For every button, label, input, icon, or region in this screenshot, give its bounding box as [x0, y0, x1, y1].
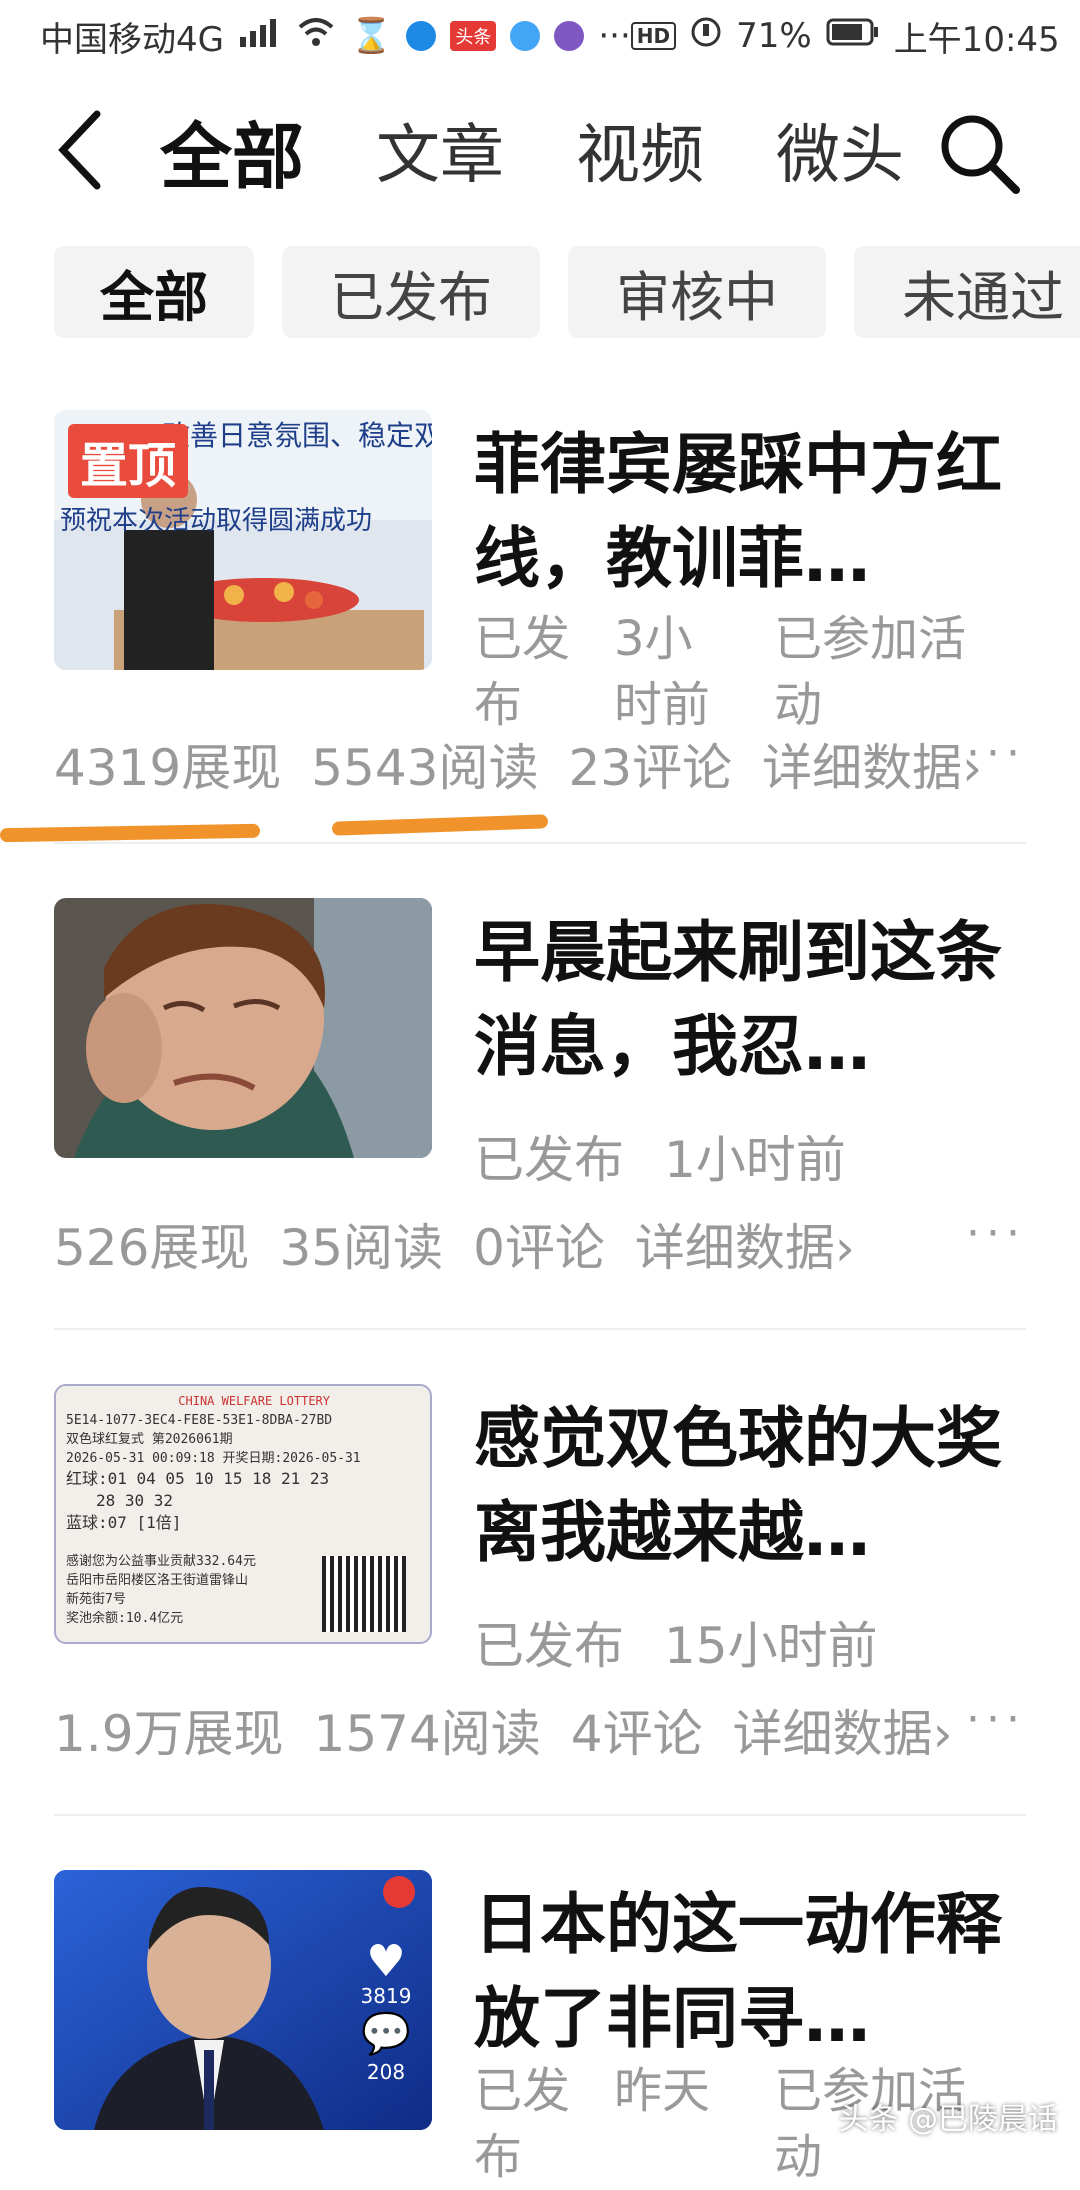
ticket-line: 双色球红复式 第2026061期 [66, 1430, 420, 1449]
data-saver-icon [690, 16, 722, 57]
reads-count: 5543阅读 [311, 728, 538, 800]
impressions-count: 1.9万展现 [54, 1694, 284, 1766]
comments-count: 4评论 [571, 1694, 703, 1766]
browser-app-icon [510, 21, 540, 51]
detail-data-label: 详细数据 [762, 739, 962, 797]
crying-woman-image [54, 898, 432, 1158]
more-options-icon[interactable]: ··· [966, 728, 1026, 779]
article-thumbnail[interactable] [54, 898, 432, 1158]
nav-tab-videos[interactable]: 视频 [576, 104, 704, 196]
article-title[interactable]: 感觉双色球的大奖离我越来越… [474, 1392, 1034, 1580]
like-count: 3819 [356, 1984, 416, 2008]
comments-count: 0评论 [473, 1208, 605, 1280]
detail-data-label: 详细数据 [635, 1219, 835, 1277]
ticket-line: 2026-05-31 00:09:18 开奖日期:2026-05-31 [66, 1449, 420, 1468]
publish-time: 昨天 [614, 2058, 734, 2190]
back-arrow-icon[interactable] [55, 110, 115, 190]
nav-tab-all[interactable]: 全部 [160, 98, 304, 203]
status-filter-bar: 全部 已发布 审核中 未通过 [54, 246, 1080, 342]
wifi-icon [296, 16, 336, 56]
filter-chip-published[interactable]: 已发布 [282, 246, 540, 338]
detail-data-link[interactable]: 详细数据› [762, 728, 982, 800]
article-title[interactable]: 早晨起来刷到这条消息，我忍… [474, 906, 1034, 1094]
article-title[interactable]: 菲律宾屡踩中方红线，教训菲… [474, 418, 1034, 606]
article-stats: 4319展现 5543阅读 23评论 详细数据› ··· [54, 728, 1026, 800]
article-thumbnail[interactable]: CHINA WELFARE LOTTERY 5E14-1077-3EC4-FE8… [54, 1384, 432, 1644]
chevron-right-icon: › [835, 1219, 855, 1277]
reads-count: 1574阅读 [314, 1694, 541, 1766]
ticket-line: 蓝球:07 [1倍] [66, 1512, 420, 1534]
hd-icon: HD [631, 22, 676, 50]
publish-status: 已发布 [474, 2058, 574, 2190]
activity-status: 已参加活动 [774, 606, 984, 738]
divider [54, 1328, 1026, 1330]
article-meta: 已发布 1小时前 [474, 1120, 846, 1192]
publish-time: 1小时前 [664, 1120, 846, 1192]
detail-data-label: 详细数据 [733, 1705, 933, 1763]
search-icon[interactable] [936, 110, 1022, 196]
nav-tab-micro[interactable]: 微头 [776, 104, 904, 196]
signal-icon [238, 16, 282, 56]
article-thumbnail[interactable]: 改善日意氛围、稳定双边 预祝本次活动取得圆满成功 置顶 [54, 410, 432, 670]
more-notifications-icon: ··· [598, 16, 630, 56]
top-nav: 全部 文章 视频 微头 [0, 90, 1080, 210]
article-item[interactable]: 改善日意氛围、稳定双边 预祝本次活动取得圆满成功 置顶 菲律宾屡踩中方红线，教训… [54, 410, 1026, 840]
qr-code-icon [322, 1556, 406, 1632]
hourglass-icon: ⌛ [350, 16, 392, 56]
thumb-banner-line-1: 改善日意氛围、稳定双边 [162, 414, 432, 454]
article-item[interactable]: CHINA WELFARE LOTTERY 5E14-1077-3EC4-FE8… [54, 1384, 1026, 1764]
comments-count: 23评论 [569, 728, 733, 800]
music-app-icon [554, 21, 584, 51]
ticket-line: 28 30 32 [66, 1490, 420, 1512]
carrier-label: 中国移动4G [40, 12, 224, 61]
article-item[interactable]: 早晨起来刷到这条消息，我忍… 已发布 1小时前 526展现 35阅读 0评论 详… [54, 898, 1026, 1278]
detail-data-link[interactable]: 详细数据› [635, 1208, 855, 1280]
divider [54, 1814, 1026, 1816]
nav-tab-articles[interactable]: 文章 [376, 104, 504, 196]
pinned-badge: 置顶 [68, 424, 188, 498]
article-meta: 已发布 15小时前 [474, 1606, 878, 1678]
battery-icon [826, 16, 880, 56]
chevron-right-icon: › [933, 1705, 953, 1763]
article-thumbnail[interactable]: ♥ 3819 💬 208 [54, 1870, 432, 2130]
article-meta: 已发布 3小时前 已参加活动 [474, 606, 984, 738]
article-stats: 526展现 35阅读 0评论 详细数据› ··· [54, 1208, 1026, 1280]
comment-count: 208 [356, 2060, 416, 2084]
filter-chip-reviewing[interactable]: 审核中 [568, 246, 826, 338]
impressions-count: 4319展现 [54, 728, 281, 800]
filter-chip-rejected[interactable]: 未通过 [854, 246, 1080, 338]
comment-icon[interactable]: 💬 [356, 2008, 416, 2060]
toutiao-app-icon: 头条 [450, 21, 496, 51]
filter-chip-all[interactable]: 全部 [54, 246, 254, 338]
article-stats: 1.9万展现 1574阅读 4评论 详细数据› ··· [54, 1694, 1026, 1766]
ticket-line: 5E14-1077-3EC4-FE8E-53E1-8DBA-27BD [66, 1411, 420, 1430]
divider [54, 842, 1026, 844]
more-options-icon[interactable]: ··· [966, 1694, 1026, 1745]
toutiao-watermark: 头条 @巴陵晨话 [838, 2094, 1058, 2138]
video-side-actions: ♥ 3819 💬 208 [356, 1940, 416, 2084]
ticket-line: 红球:01 04 05 10 15 18 21 23 [66, 1468, 420, 1490]
thumb-banner-line-2: 预祝本次活动取得圆满成功 [60, 500, 372, 537]
more-options-icon[interactable]: ··· [966, 1208, 1026, 1259]
publish-status: 已发布 [474, 606, 574, 738]
publish-time: 15小时前 [664, 1606, 878, 1678]
heart-icon[interactable]: ♥ [356, 1940, 416, 1984]
bulb-app-icon [406, 21, 436, 51]
publish-status: 已发布 [474, 1606, 624, 1678]
reads-count: 35阅读 [279, 1208, 443, 1280]
clock: 上午10:45 [894, 12, 1060, 61]
detail-data-link[interactable]: 详细数据› [733, 1694, 953, 1766]
status-bar: 中国移动4G ⌛ 头条 ··· HD 71% 上午10:45 [0, 0, 1080, 72]
publish-status: 已发布 [474, 1120, 624, 1192]
article-title[interactable]: 日本的这一动作释放了非同寻… [474, 1878, 1034, 2066]
battery-percent: 71% [736, 16, 812, 56]
publish-time: 3小时前 [614, 606, 734, 738]
ticket-header: CHINA WELFARE LOTTERY [66, 1392, 420, 1411]
impressions-count: 526展现 [54, 1208, 249, 1280]
